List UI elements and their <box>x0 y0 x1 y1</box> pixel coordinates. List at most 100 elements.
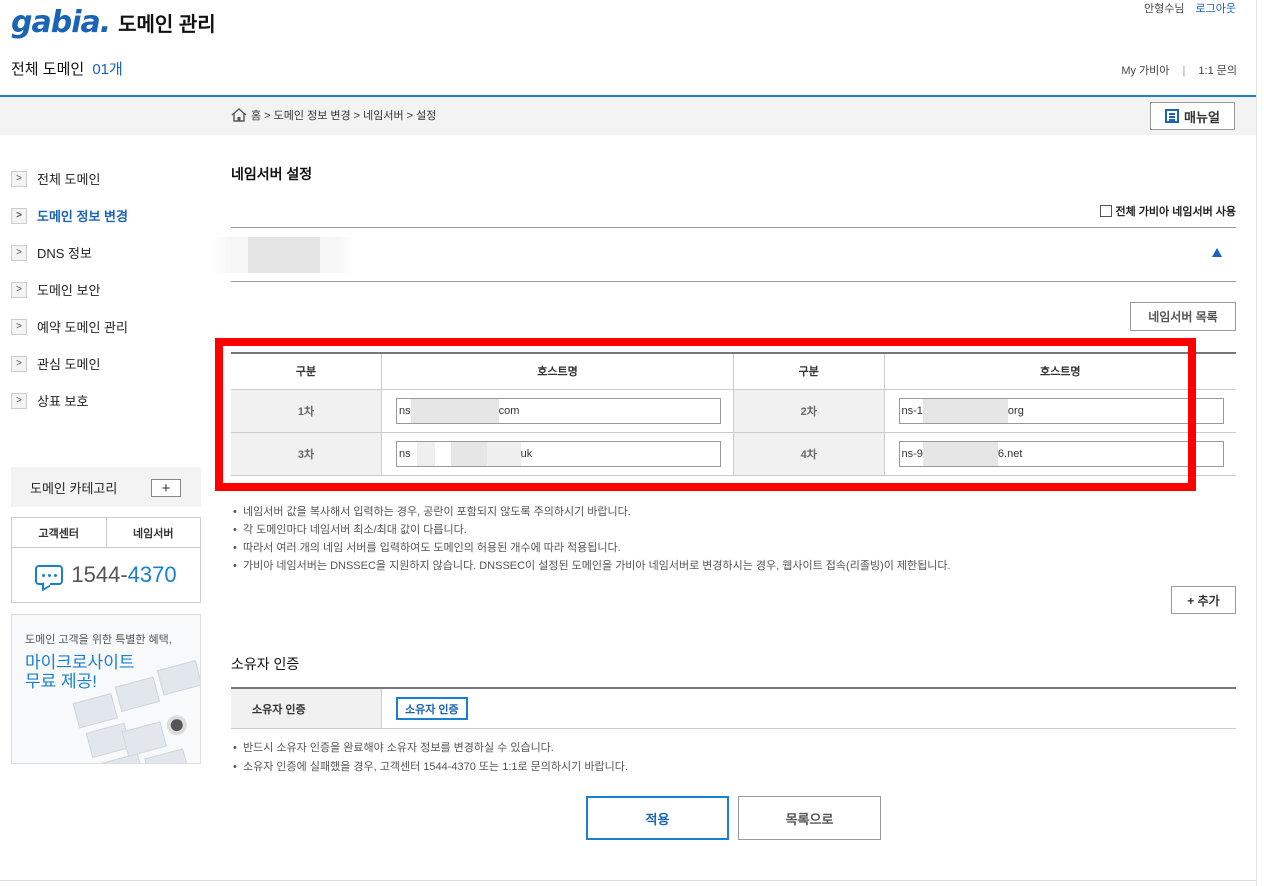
table-row: 3차 ns uk 4차 ns-9 6.net <box>231 432 1236 476</box>
footer-divider <box>0 880 1256 881</box>
sidebar-item-label: 전체 도메인 <box>37 172 101 187</box>
nameserver-3-input[interactable]: ns uk <box>396 440 722 467</box>
table-row: 1차 ns com 2차 ns-1 org <box>231 389 1236 433</box>
checkbox-box[interactable] <box>1099 205 1112 217</box>
sidebar-item-label: 관심 도메인 <box>37 357 101 372</box>
note-item: 각 도메인마다 네임서버 최소/최대 값이 다릅니다. <box>233 521 951 539</box>
home-icon[interactable] <box>231 108 247 122</box>
category-add-button[interactable]: + <box>151 479 181 497</box>
banner-title-line1: 마이크로사이트 <box>25 653 135 672</box>
banner-title-line2: 무료 제공! <box>25 672 98 691</box>
sidebar-item-all-domains[interactable]: > 전체 도메인 <box>11 160 201 197</box>
logout-link[interactable]: 로그아웃 <box>1196 3 1236 15</box>
sidebar-item-label: 도메인 정보 변경 <box>37 209 128 224</box>
ns-label-3: 3차 <box>231 432 382 476</box>
redacted-text <box>922 398 1008 423</box>
host-cell: ns-1 org <box>883 389 1236 433</box>
tab-nameserver[interactable]: 네임서버 <box>105 518 201 547</box>
domain-category-label: 도메인 카테고리 <box>30 480 118 496</box>
chevron-right-icon: > <box>11 355 27 372</box>
sidebar-item-label: 도메인 보안 <box>37 283 101 298</box>
logo-mark: gabia. <box>11 5 111 40</box>
sidebar-item-watched-domains[interactable]: > 관심 도메인 <box>11 345 201 382</box>
host-suffix: 6.net <box>997 447 1023 460</box>
col-hostname: 호스트명 <box>381 353 734 390</box>
user-area: 안형수님 로그아웃 <box>1144 0 1236 16</box>
manual-label: 매뉴얼 <box>1184 109 1220 125</box>
host-suffix: uk <box>520 447 533 460</box>
ns-label-4: 4차 <box>732 432 885 476</box>
apply-button[interactable]: 적용 <box>586 796 729 840</box>
domain-row <box>211 227 1236 282</box>
table-header-row: 구분 호스트명 구분 호스트명 <box>231 353 1236 390</box>
chevron-right-icon: > <box>11 207 27 224</box>
nameserver-2-input[interactable]: ns-1 org <box>898 397 1224 424</box>
document-icon <box>1165 109 1180 123</box>
inquiry-link[interactable]: 1:1 문의 <box>1198 65 1237 77</box>
note-item: 가비아 네임서버는 DNSSEC을 지원하지 않습니다. DNSSEC이 설정된… <box>233 557 951 575</box>
sidebar-item-domain-info-change[interactable]: > 도메인 정보 변경 <box>11 197 201 234</box>
tab-customer-center[interactable]: 고객센터 <box>12 518 106 547</box>
owner-verify-button[interactable]: 소유자 인증 <box>396 697 468 720</box>
chevron-right-icon: > <box>11 392 27 409</box>
my-gabia-link[interactable]: My 가비아 <box>1121 65 1169 77</box>
col-hostname: 호스트명 <box>883 353 1236 390</box>
breadcrumb: 홈 > 도메인 정보 변경 > 네임서버 > 설정 <box>231 107 436 123</box>
add-nameserver-button[interactable]: + 추가 <box>1171 586 1236 614</box>
note-item: 소유자 인증에 실패했을 경우, 고객센터 1544-4370 또는 1:1로 … <box>233 758 628 777</box>
sidebar-item-dns-info[interactable]: > DNS 정보 <box>11 234 201 271</box>
chevron-right-icon: > <box>11 318 27 335</box>
manual-button[interactable]: 매뉴얼 <box>1150 102 1235 130</box>
host-prefix: ns <box>399 404 411 417</box>
sidebar-item-label: 예약 도메인 관리 <box>37 320 128 335</box>
host-cell: ns-9 6.net <box>883 432 1236 476</box>
note-item: 따라서 여러 개의 네임 서버를 입력하여도 도메인의 허용된 개수에 따라 적… <box>233 539 951 557</box>
nameserver-4-input[interactable]: ns-9 6.net <box>898 440 1224 467</box>
note-item: 반드시 소유자 인증을 완료해야 소유자 정보를 변경하실 수 있습니다. <box>233 739 628 758</box>
total-domain-label: 전체 도메인 <box>11 61 85 78</box>
nameserver-notes: 네임서버 값을 복사해서 입력하는 경우, 공란이 포함되지 않도록 주의하시기… <box>233 503 951 575</box>
host-prefix: ns <box>399 447 411 460</box>
host-prefix: ns-9 <box>901 447 923 460</box>
greeting: 안형수님 <box>1143 3 1185 15</box>
page-title: 네임서버 설정 <box>231 166 313 182</box>
sidebar-item-trademark-protection[interactable]: > 상표 보호 <box>11 382 201 419</box>
total-domain-count[interactable]: 01개 <box>92 61 123 78</box>
separator: | <box>1182 65 1186 77</box>
redacted-text <box>486 441 521 466</box>
app-title: 도메인 관리 <box>118 14 216 36</box>
breadcrumb-text: 홈 > 도메인 정보 변경 > 네임서버 > 설정 <box>251 110 437 122</box>
microsite-banner[interactable]: 도메인 고객을 위한 특별한 혜택, 마이크로사이트 무료 제공! <box>11 614 201 764</box>
sidebar-item-reserved-domains[interactable]: > 예약 도메인 관리 <box>11 308 201 345</box>
gabia-logo[interactable]: gabia. 도메인 관리 <box>11 4 216 38</box>
util-links: My 가비아 | 1:1 문의 <box>1121 62 1237 78</box>
owner-label: 소유자 인증 <box>231 689 382 728</box>
ns-label-2: 2차 <box>732 389 885 433</box>
col-division: 구분 <box>231 353 382 390</box>
host-cell: ns uk <box>381 432 734 476</box>
note-item: 네임서버 값을 복사해서 입력하는 경우, 공란이 포함되지 않도록 주의하시기… <box>233 503 951 521</box>
nameserver-1-input[interactable]: ns com <box>396 397 722 424</box>
domain-name-redacted <box>248 237 320 273</box>
phone-prefix: 1544- <box>71 562 128 587</box>
banner-title: 마이크로사이트 무료 제공! <box>25 653 134 691</box>
redacted-text <box>410 398 499 423</box>
nameserver-list-button[interactable]: 네임서버 목록 <box>1130 302 1236 331</box>
page-edge <box>1256 0 1257 886</box>
ns-label-1: 1차 <box>231 389 382 433</box>
back-to-list-button[interactable]: 목록으로 <box>738 796 881 840</box>
owner-section-title: 소유자 인증 <box>231 656 300 672</box>
phone-suffix: 4370 <box>127 562 177 587</box>
support-box: 고객센터 네임서버 1544- 4370 <box>11 517 201 603</box>
sidebar-item-label: 상표 보호 <box>37 394 89 409</box>
domain-category-box: 도메인 카테고리 + <box>11 467 201 507</box>
sidebar-item-domain-security[interactable]: > 도메인 보안 <box>11 271 201 308</box>
support-phone: 1544- 4370 <box>12 548 200 602</box>
sidebar: > 전체 도메인 > 도메인 정보 변경 > DNS 정보 > 도메인 보안 >… <box>11 160 201 419</box>
owner-verification-row: 소유자 인증 소유자 인증 <box>231 687 1236 729</box>
banner-subtitle: 도메인 고객을 위한 특별한 혜택, <box>25 634 172 646</box>
collapse-arrow-icon[interactable] <box>1212 248 1222 257</box>
sidebar-item-label: DNS 정보 <box>37 246 92 261</box>
host-prefix: ns-1 <box>901 404 923 417</box>
use-gabia-nameserver-checkbox[interactable]: 전체 가비아 네임서버 사용 <box>1099 203 1236 219</box>
